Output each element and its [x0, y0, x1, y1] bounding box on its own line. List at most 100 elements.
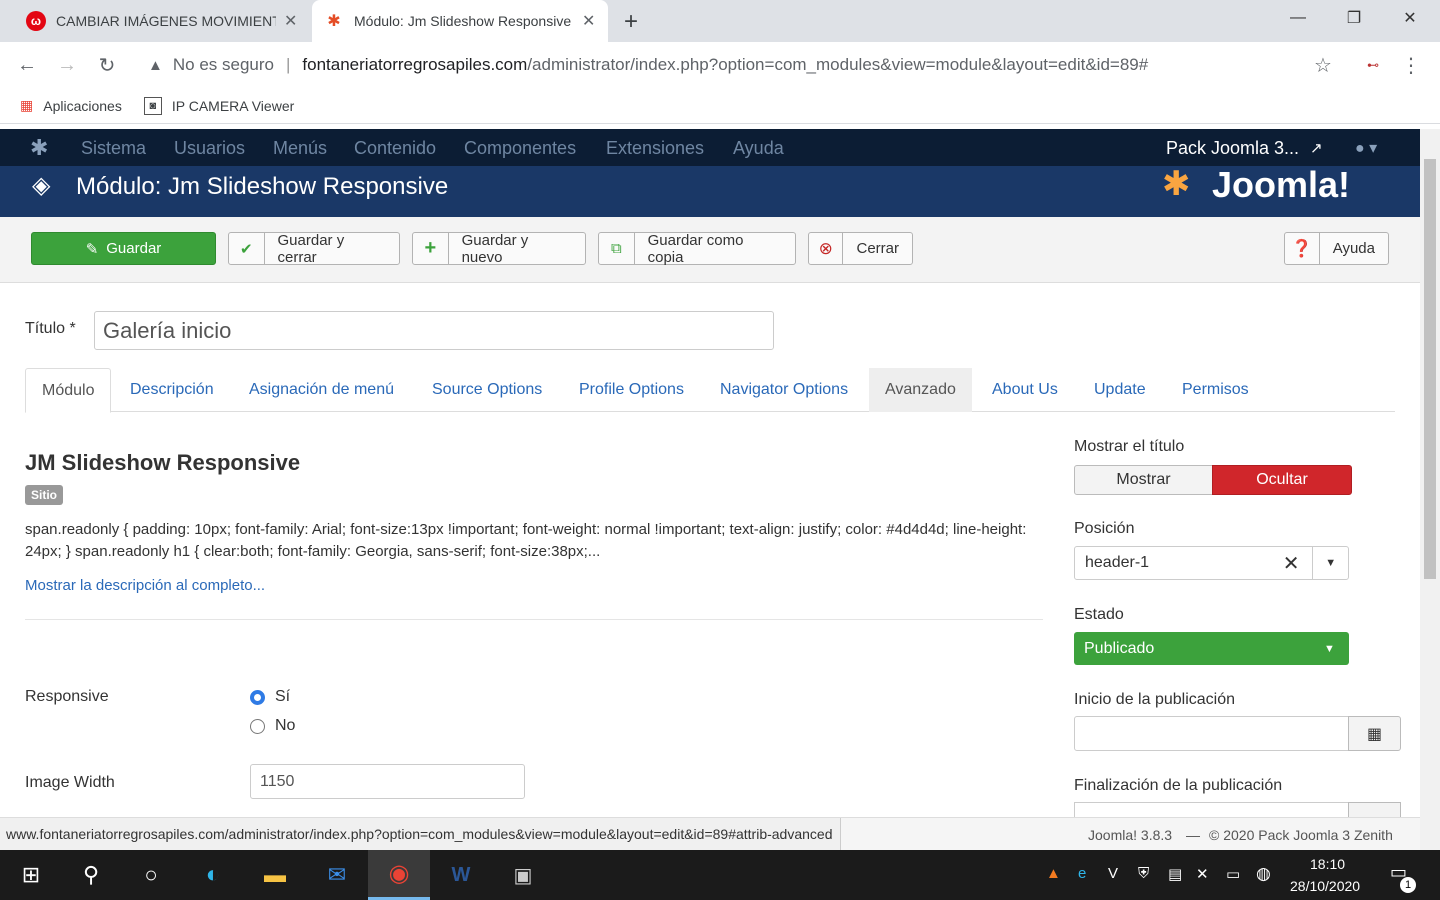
close-tab-icon[interactable]: ✕ [284, 11, 297, 31]
restore-icon[interactable]: ❐ [1326, 0, 1382, 36]
image-width-label: Image Width [25, 774, 115, 791]
divider: | [285, 55, 291, 74]
radio-yes-label: Sí [275, 688, 291, 705]
save-copy-label: Guardar como copia [647, 231, 744, 266]
url-domain: fontaneriatorregrosapiles.com [302, 55, 528, 74]
word-icon[interactable]: W [430, 850, 492, 900]
page-title: Módulo: Jm Slideshow Responsive [76, 173, 449, 200]
external-link-icon: ↗ [1310, 140, 1323, 157]
scroll-thumb[interactable] [1424, 159, 1436, 579]
new-tab-icon[interactable]: + [624, 8, 638, 36]
search-icon[interactable]: ⚲ [60, 850, 122, 900]
page-scrollbar[interactable] [1420, 129, 1440, 850]
tab-update[interactable]: Update [1078, 368, 1162, 412]
hide-title-button[interactable]: Ocultar [1212, 465, 1352, 495]
radio-yes[interactable] [250, 690, 265, 705]
close-button[interactable]: ⊗ Cerrar [808, 232, 913, 265]
action-toolbar: ✎ Guardar ✔ Guardar y cerrar + Guardar y… [0, 217, 1420, 283]
close-tab-icon[interactable]: ✕ [582, 11, 595, 31]
image-width-input[interactable] [250, 764, 525, 799]
tab-about-us[interactable]: About Us [976, 368, 1074, 412]
windows-start-icon[interactable]: ⊞ [0, 850, 62, 900]
title-input[interactable] [94, 311, 774, 350]
tray-app-icon[interactable]: ▲ [1046, 865, 1061, 882]
start-date-input[interactable] [1074, 716, 1349, 751]
tab-descripcion[interactable]: Descripción [114, 368, 230, 412]
clock-date[interactable]: 28/10/2020 [1290, 878, 1360, 894]
browser-tab-1[interactable]: ω CAMBIAR IMÁGENES MOVIMIENTO ✕ [14, 0, 310, 42]
divider [25, 619, 1043, 620]
bookmark-apps[interactable]: Aplicaciones [43, 98, 122, 114]
nav-contenido[interactable]: Contenido [354, 138, 436, 159]
plus-icon: + [413, 233, 449, 264]
nav-sistema[interactable]: Sistema [81, 138, 146, 159]
save-new-label: Guardar y nuevo [461, 231, 529, 266]
help-button[interactable]: ❓ Ayuda [1284, 232, 1389, 265]
tab-asignacion-menu[interactable]: Asignación de menú [233, 368, 410, 412]
chevron-down-icon[interactable]: ▼ [1312, 547, 1348, 579]
camera-app-icon[interactable]: ▣ [492, 850, 554, 900]
menu-icon[interactable]: ⋮ [1396, 50, 1426, 80]
back-icon[interactable]: ← [12, 50, 42, 80]
save-button[interactable]: ✎ Guardar [31, 232, 216, 265]
position-select[interactable]: header-1 ✕ ▼ [1074, 546, 1349, 580]
tray-edge-icon[interactable]: e [1078, 865, 1086, 882]
tab-profile-options[interactable]: Profile Options [563, 368, 700, 412]
edge-icon[interactable]: ◐ [182, 850, 244, 900]
end-date-input[interactable] [1074, 802, 1349, 817]
tab-navigator-options[interactable]: Navigator Options [704, 368, 864, 412]
joomla-menu-icon[interactable]: ✱ [30, 135, 48, 161]
clear-icon[interactable]: ✕ [1283, 551, 1313, 576]
nav-menus[interactable]: Menús [273, 138, 327, 159]
main-content: Título * Módulo Descripción Asignación d… [0, 283, 1420, 817]
forward-icon[interactable]: → [52, 50, 82, 80]
state-select[interactable]: Publicado ▼ [1074, 632, 1349, 665]
user-icon[interactable]: ● ▾ [1355, 138, 1377, 158]
cortana-icon[interactable]: ○ [120, 850, 182, 900]
footer-dash: — [1186, 827, 1200, 843]
tab-avanzado[interactable]: Avanzado [869, 368, 972, 412]
question-icon: ❓ [1285, 233, 1320, 264]
joomla-version: Joomla! 3.8.3 [1088, 827, 1173, 843]
nav-extensiones[interactable]: Extensiones [606, 138, 704, 159]
mail-icon[interactable]: ✉ [306, 850, 368, 900]
save-new-button[interactable]: + Guardar y nuevo [412, 231, 586, 266]
nav-usuarios[interactable]: Usuarios [174, 138, 245, 159]
copy-icon: ⧉ [599, 233, 635, 264]
site-name-link[interactable]: Pack Joomla 3... [1166, 138, 1299, 159]
file-explorer-icon[interactable]: ▬ [244, 850, 306, 900]
tab-modulo[interactable]: Módulo [25, 368, 112, 413]
tray-globe-icon[interactable]: ◍ [1256, 864, 1271, 884]
clock-time[interactable]: 18:10 [1310, 856, 1345, 872]
bookmark-ip-camera[interactable]: IP CAMERA Viewer [172, 98, 294, 114]
calendar-icon[interactable]: ▦ [1348, 716, 1401, 751]
joomla-logo-text: Joomla! [1212, 164, 1351, 205]
chrome-icon[interactable]: ◉ [368, 850, 430, 900]
tray-display-icon[interactable]: ▭ [1226, 865, 1240, 883]
save-close-button[interactable]: ✔ Guardar y cerrar [228, 232, 400, 266]
radio-no[interactable] [250, 719, 265, 734]
browser-tab-bar: ω CAMBIAR IMÁGENES MOVIMIENTO ✕ ✱ Módulo… [0, 0, 1440, 42]
volume-muted-icon[interactable]: ✕ [1196, 865, 1209, 883]
minimize-icon[interactable]: — [1270, 0, 1326, 36]
nav-ayuda[interactable]: Ayuda [733, 138, 784, 159]
browser-tab-2[interactable]: ✱ Módulo: Jm Slideshow Responsive ✕ [312, 0, 608, 42]
tray-shield-icon[interactable]: ⛨ [1138, 865, 1149, 882]
reload-icon[interactable]: ↻ [92, 50, 122, 80]
calendar-icon[interactable] [1348, 802, 1401, 817]
extension-icon[interactable]: ⊷ [1358, 50, 1388, 80]
tray-network-icon[interactable]: ▤ [1168, 865, 1182, 883]
show-description-link[interactable]: Mostrar la descripción al completo... [25, 577, 265, 594]
tray-v-icon[interactable]: V [1108, 865, 1118, 882]
nav-componentes[interactable]: Componentes [464, 138, 576, 159]
address-bar[interactable]: ▲ No es seguro | fontaneriatorregrosapil… [138, 51, 1344, 79]
tab-permisos[interactable]: Permisos [1166, 368, 1265, 412]
show-title-button[interactable]: Mostrar [1074, 465, 1213, 495]
tab-source-options[interactable]: Source Options [416, 368, 558, 412]
window-close-icon[interactable]: ✕ [1382, 0, 1438, 36]
url-path: /administrator/index.php?option=com_modu… [527, 55, 1149, 74]
tab-title: CAMBIAR IMÁGENES MOVIMIENTO [56, 13, 276, 29]
save-copy-button[interactable]: ⧉ Guardar como copia [598, 231, 796, 266]
module-description: span.readonly { padding: 10px; font-fami… [25, 521, 1027, 560]
edit-icon: ✎ [85, 240, 99, 258]
